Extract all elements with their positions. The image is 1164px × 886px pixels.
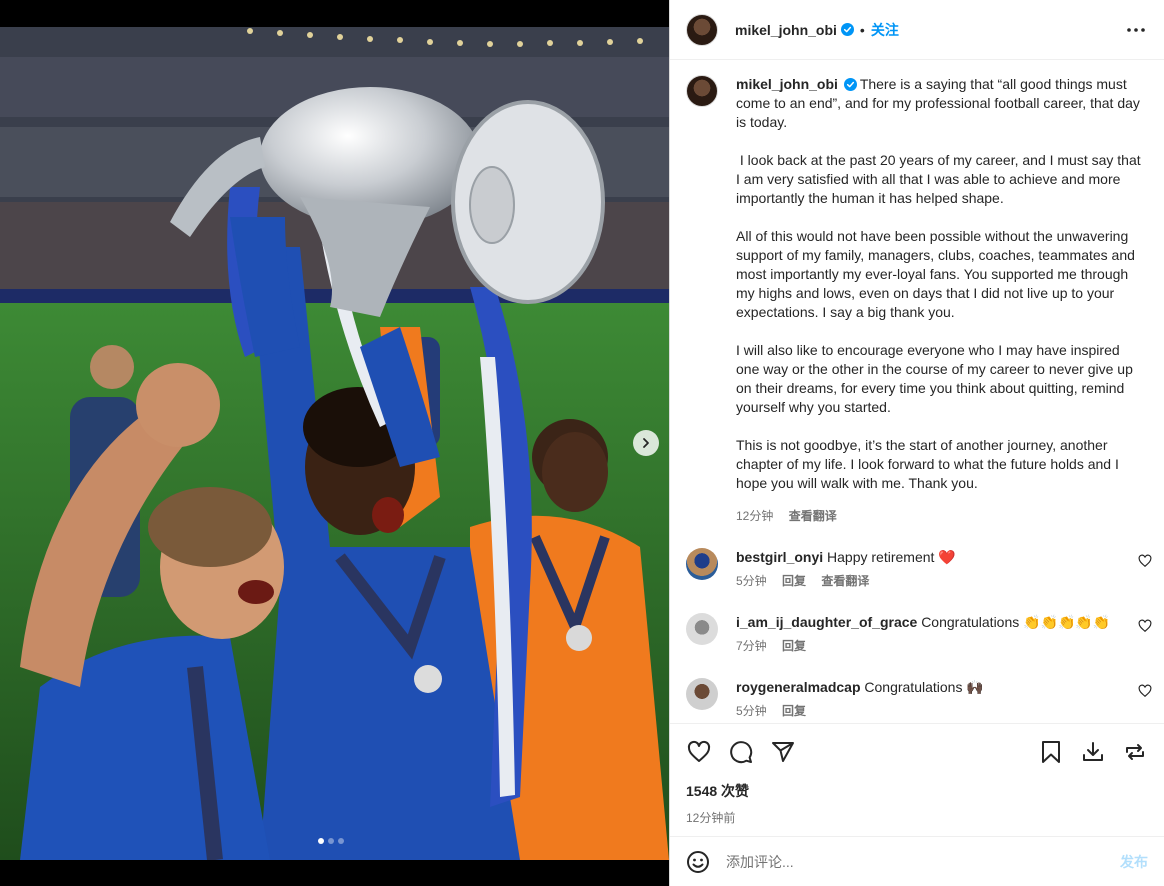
caption-username[interactable]: mikel_john_obi <box>736 76 838 92</box>
carousel-dot <box>328 838 334 844</box>
verified-badge-icon <box>843 78 857 91</box>
likes-count[interactable]: 1548 次赞 <box>686 781 1148 801</box>
comment-username[interactable]: roygeneralmadcap <box>736 679 861 695</box>
carousel-indicator <box>318 838 344 844</box>
avatar[interactable] <box>686 678 718 710</box>
comment-timestamp: 5分钟 <box>736 574 767 588</box>
comment-username[interactable]: i_am_ij_daughter_of_grace <box>736 614 917 630</box>
comment-item: bestgirl_onyi Happy retirement ❤️ 5分钟 回复… <box>670 548 1164 590</box>
comment-username[interactable]: bestgirl_onyi <box>736 549 823 565</box>
heart-icon[interactable] <box>1138 554 1152 568</box>
post-header: mikel_john_obi • 关注 <box>670 0 1164 60</box>
like-button[interactable] <box>686 739 712 765</box>
comment-text: Happy retirement <box>827 549 939 565</box>
header-separator: • <box>859 21 865 38</box>
follow-button[interactable]: 关注 <box>871 20 899 40</box>
download-button[interactable] <box>1080 739 1106 765</box>
reply-button[interactable]: 回复 <box>782 639 806 653</box>
more-options-button[interactable] <box>1124 18 1148 42</box>
caption-paragraph: I will also like to encourage everyone w… <box>736 342 1133 415</box>
caption-timestamp: 12分钟 <box>736 509 774 523</box>
post-detail-panel: mikel_john_obi • 关注 mikel_john_obi There… <box>669 0 1164 886</box>
heart-emoji: ❤️ <box>938 549 956 565</box>
see-translation-link[interactable]: 查看翻译 <box>789 509 837 523</box>
post-comment-button[interactable]: 发布 <box>1120 852 1148 872</box>
avatar[interactable] <box>686 13 718 46</box>
paper-plane-icon <box>772 742 794 762</box>
clap-emoji: 👏👏👏👏👏 <box>1023 614 1111 630</box>
comment-item: i_am_ij_daughter_of_grace Congratulation… <box>670 613 1164 655</box>
heart-icon <box>687 740 711 762</box>
post-actions: 1548 次赞 12分钟前 <box>670 723 1164 826</box>
carousel-dot <box>338 838 344 844</box>
post-timestamp: 12分钟前 <box>686 811 736 825</box>
verified-badge-icon <box>840 23 854 36</box>
share-button[interactable] <box>770 739 796 765</box>
heart-icon[interactable] <box>1138 619 1152 633</box>
photo-illustration <box>0 27 669 860</box>
comment-input[interactable] <box>726 853 1120 870</box>
caption-paragraph: All of this would not have been possible… <box>736 228 1135 320</box>
reply-button[interactable]: 回复 <box>782 704 806 718</box>
repost-icon <box>1126 744 1144 760</box>
carousel-dot <box>318 838 324 844</box>
caption-paragraph: I look back at the past 20 years of my c… <box>736 152 1145 206</box>
comment-timestamp: 7分钟 <box>736 639 767 653</box>
caption-paragraph: This is not goodbye, it’s the start of a… <box>736 437 1119 491</box>
save-button[interactable] <box>1038 739 1064 765</box>
avatar[interactable] <box>686 613 718 645</box>
comment-button[interactable] <box>728 739 754 765</box>
more-horizontal-icon <box>1127 27 1145 32</box>
chevron-right-icon <box>643 438 649 448</box>
comment-text: Congratulations <box>921 614 1024 630</box>
heart-icon[interactable] <box>1138 684 1152 698</box>
comment-text: Congratulations <box>864 679 967 695</box>
post-caption: mikel_john_obi There is a saying that “a… <box>670 61 1164 526</box>
post-photo[interactable] <box>0 27 669 860</box>
avatar[interactable] <box>686 75 718 107</box>
repost-button[interactable] <box>1122 739 1148 765</box>
author-username[interactable]: mikel_john_obi <box>735 22 837 38</box>
emoji-smile-icon[interactable] <box>686 850 710 874</box>
comment-timestamp: 5分钟 <box>736 704 767 718</box>
media-pane <box>0 0 669 886</box>
comments-scroll-area[interactable]: mikel_john_obi There is a saying that “a… <box>670 61 1164 723</box>
raised-hands-emoji: 🙌🏿 <box>966 679 984 695</box>
comment-bubble-icon <box>730 741 753 764</box>
caption-text: mikel_john_obi There is a saying that “a… <box>736 75 1146 493</box>
download-icon <box>1083 742 1103 761</box>
avatar[interactable] <box>686 548 718 580</box>
carousel-next-button[interactable] <box>633 430 659 456</box>
comment-composer: 发布 <box>670 836 1164 886</box>
see-translation-link[interactable]: 查看翻译 <box>821 574 869 588</box>
bookmark-icon <box>1042 741 1060 763</box>
comment-item: roygeneralmadcap Congratulations 🙌🏿 5分钟 … <box>670 678 1164 720</box>
caption-meta: 12分钟 查看翻译 <box>736 507 1146 526</box>
reply-button[interactable]: 回复 <box>782 574 806 588</box>
